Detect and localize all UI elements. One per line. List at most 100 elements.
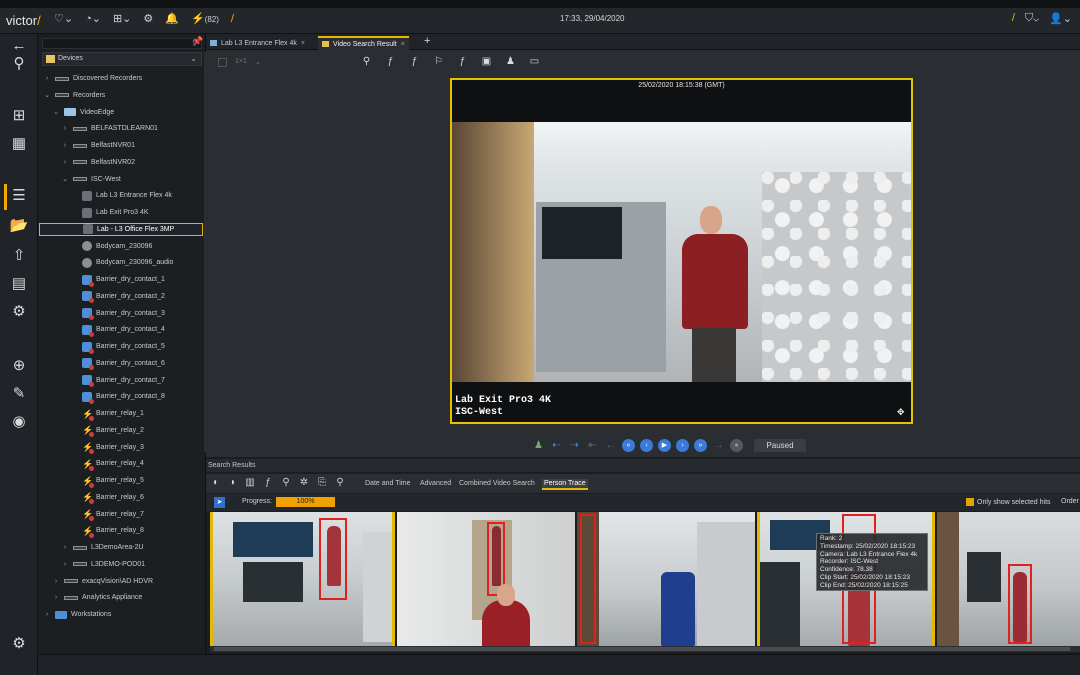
- checkbox-checked-icon[interactable]: [966, 498, 974, 506]
- layout-grid-icon[interactable]: ⊞⌄: [113, 12, 131, 25]
- edit-icon[interactable]: /: [1012, 12, 1015, 25]
- pen-icon[interactable]: ✎: [9, 384, 29, 404]
- scrollbar-thumb[interactable]: [214, 647, 1070, 651]
- result-thumbnail[interactable]: [210, 512, 395, 646]
- tree-item[interactable]: ⚡ Barrier_relay_3: [70, 441, 144, 454]
- zoom-icon[interactable]: ⚲: [361, 56, 372, 67]
- step-back-arrow-icon[interactable]: ⇠: [550, 439, 563, 452]
- tree-item[interactable]: ⚡ Barrier_relay_5: [70, 474, 144, 488]
- face-search-icon[interactable]: ƒ: [457, 56, 468, 67]
- tree-item[interactable]: Barrier_dry_contact_6: [70, 357, 165, 371]
- layout-checkbox[interactable]: [218, 58, 227, 67]
- pin-icon[interactable]: 📌: [192, 36, 203, 47]
- reports-icon[interactable]: ▤: [9, 274, 29, 294]
- result-thumbnail[interactable]: [577, 512, 755, 646]
- tab-lab-l3-entrance[interactable]: Lab L3 Entrance Flex 4k ×: [206, 36, 309, 50]
- filter-icon[interactable]: ✲: [298, 477, 310, 489]
- tree-item[interactable]: Bodycam_230096_audio: [70, 256, 173, 269]
- tab-advanced[interactable]: Advanced: [418, 479, 453, 488]
- tree-item[interactable]: Lab L3 Entrance Flex 4k: [70, 189, 172, 202]
- chevron-right-icon[interactable]: ›: [61, 159, 69, 166]
- search-settings-icon[interactable]: ƒ: [262, 477, 274, 489]
- play-icon[interactable]: ▶: [658, 438, 671, 452]
- person-search-icon[interactable]: ƒ: [409, 56, 420, 67]
- tree-item[interactable]: › BELFASTDLEARN01: [61, 122, 158, 135]
- alarm-bell-icon[interactable]: 🔔: [165, 12, 179, 25]
- tree-item[interactable]: Bodycam_230096: [70, 240, 152, 253]
- layout-selector[interactable]: 1×1 ⌄: [218, 58, 261, 67]
- chevron-right-icon[interactable]: ›: [43, 611, 51, 618]
- tree-item[interactable]: ⌄ Recorders: [43, 89, 105, 102]
- person-marker-icon[interactable]: ♟: [532, 439, 545, 452]
- snapshot-icon[interactable]: ▣: [481, 56, 492, 67]
- chevron-down-icon[interactable]: ⌄: [52, 108, 60, 116]
- settings-gear-icon[interactable]: ⚙: [9, 634, 29, 654]
- list-view-icon[interactable]: ▥: [244, 477, 256, 489]
- export-icon[interactable]: ▭: [529, 56, 540, 67]
- close-icon[interactable]: ×: [401, 41, 405, 48]
- tree-item[interactable]: Barrier_dry_contact_8: [70, 390, 165, 404]
- tree-item[interactable]: Lab - L3 Office Flex 3MP: [39, 222, 203, 236]
- add-view-icon[interactable]: ⊞: [9, 106, 29, 126]
- only-selected-toggle[interactable]: Only show selected hits: [966, 498, 1051, 506]
- tools-icon[interactable]: ⚙: [143, 12, 153, 25]
- tab-combined-video-search[interactable]: Combined Video Search: [457, 479, 537, 488]
- zoom-icon[interactable]: ⚲: [280, 477, 292, 489]
- select-region-icon[interactable]: ◐: [210, 477, 222, 489]
- device-list-icon[interactable]: ☰: [9, 186, 29, 206]
- step-forward-arrow-icon[interactable]: ⇢: [568, 439, 581, 452]
- back-arrow-icon[interactable]: ←: [9, 36, 29, 56]
- tree-item[interactable]: ⚡ Barrier_relay_6: [70, 491, 144, 505]
- chevron-right-icon[interactable]: ›: [43, 75, 51, 82]
- tree-search-input[interactable]: ⚲: [42, 38, 202, 49]
- tree-item[interactable]: Barrier_dry_contact_3: [70, 307, 165, 320]
- tree-item[interactable]: Lab Exit Pro3 4K: [70, 206, 149, 219]
- tab-person-trace[interactable]: Person Trace: [542, 479, 588, 490]
- chevron-down-icon[interactable]: ⌄: [61, 175, 69, 183]
- tree-item[interactable]: ⚡ Barrier_relay_8: [70, 524, 144, 538]
- eye-icon[interactable]: ◉: [9, 412, 29, 432]
- events-icon[interactable]: ⇧: [9, 246, 29, 266]
- select-all-icon[interactable]: ◑: [226, 477, 238, 489]
- rewind-icon[interactable]: «: [622, 438, 635, 452]
- tree-item[interactable]: Barrier_dry_contact_5: [70, 340, 165, 354]
- tree-item[interactable]: › L3DemoArea-2U: [61, 541, 144, 554]
- search-icon[interactable]: ⚲: [9, 54, 29, 74]
- chevron-right-icon[interactable]: ›: [61, 561, 69, 568]
- step-forward-icon[interactable]: ›: [676, 438, 689, 452]
- chevron-right-icon[interactable]: ›: [61, 125, 69, 132]
- order-label[interactable]: Order: [1061, 498, 1079, 505]
- person-search-icon[interactable]: ⚲: [334, 477, 346, 489]
- tree-item[interactable]: › exacqVision\AD HDVR: [52, 575, 153, 588]
- tree-item[interactable]: › Workstations: [43, 608, 111, 621]
- tree-item[interactable]: › BelfastNVR02: [61, 156, 135, 169]
- chevron-down-icon[interactable]: ⌄: [43, 91, 51, 99]
- tree-item[interactable]: ⚡ Barrier_relay_7: [70, 508, 144, 521]
- tree-item[interactable]: › Discovered Recorders: [43, 72, 142, 85]
- tree-item[interactable]: Barrier_dry_contact_2: [70, 290, 165, 304]
- tree-item[interactable]: ⚡ Barrier_relay_1: [70, 407, 144, 421]
- layouts-icon[interactable]: ▦: [9, 134, 29, 154]
- tree-item[interactable]: ⌄ VideoEdge: [52, 106, 114, 119]
- document-search-icon[interactable]: ⎘: [316, 477, 328, 489]
- alerts-icon[interactable]: ⚡(82): [191, 12, 219, 25]
- chevron-right-icon[interactable]: ›: [52, 578, 60, 585]
- tree-item[interactable]: ⚡ Barrier_relay_4: [70, 457, 144, 471]
- live-icon[interactable]: ●: [730, 438, 743, 452]
- favorites-icon[interactable]: ♡⌄: [54, 12, 73, 25]
- fullscreen-icon[interactable]: ✥: [897, 407, 907, 417]
- search-settings-icon[interactable]: ƒ: [385, 56, 396, 67]
- result-thumbnail[interactable]: [937, 512, 1080, 646]
- user-icon[interactable]: 👤⌄: [1049, 12, 1072, 25]
- tag-search-icon[interactable]: ⚐: [433, 56, 444, 67]
- person-trace-icon[interactable]: ♟: [505, 56, 516, 67]
- chevron-right-icon[interactable]: ›: [52, 594, 60, 601]
- tab-date-and-time[interactable]: Date and Time: [363, 479, 413, 488]
- tree-item[interactable]: › BelfastNVR01: [61, 139, 135, 152]
- device-root-dropdown[interactable]: Devices ⌄: [42, 52, 202, 66]
- tree-item[interactable]: › Analytics Appliance: [52, 591, 143, 604]
- tree-item[interactable]: › L3DEMO-POD01: [61, 558, 145, 571]
- add-circle-icon[interactable]: ⊕: [9, 356, 29, 376]
- result-thumbnail[interactable]: [397, 512, 575, 646]
- tree-item[interactable]: ⌄ ISC-West: [61, 173, 121, 186]
